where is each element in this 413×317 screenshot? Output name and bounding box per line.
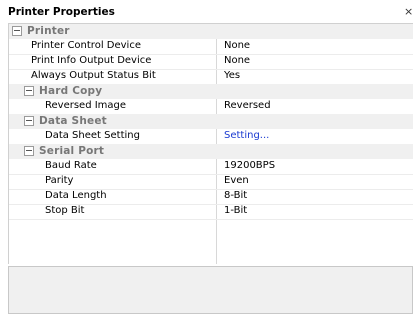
setting-link[interactable]: Setting... [224,130,269,141]
property-value[interactable]: 8-Bit [224,190,247,201]
collapse-icon[interactable] [24,86,34,96]
property-name: Always Output Status Bit [31,70,156,81]
property-row-printer-control-device[interactable]: Printer Control Device None [9,39,413,54]
property-value[interactable]: 1-Bit [224,205,247,216]
property-name: Data Length [45,190,107,201]
property-row-data-sheet-setting[interactable]: Data Sheet Setting Setting... [9,129,413,144]
property-value[interactable]: None [224,55,250,66]
window-title: Printer Properties [8,6,115,18]
category-label: Data Sheet [39,115,107,127]
category-data-sheet[interactable]: Data Sheet [9,114,413,129]
category-label: Hard Copy [39,85,103,97]
collapse-icon[interactable] [12,26,22,36]
title-bar: Printer Properties × [0,0,413,22]
property-row-reversed-image[interactable]: Reversed Image Reversed [9,99,413,114]
property-name: Parity [45,175,74,186]
property-name: Baud Rate [45,160,97,171]
category-printer[interactable]: Printer [9,24,413,39]
property-name: Data Sheet Setting [45,130,140,141]
category-label: Serial Port [39,145,105,157]
property-row-baud-rate[interactable]: Baud Rate 19200BPS [9,159,413,174]
property-name: Printer Control Device [31,40,141,51]
property-value[interactable]: None [224,40,250,51]
row-separator [9,219,413,220]
property-name: Print Info Output Device [31,55,152,66]
property-value[interactable]: Yes [224,70,240,81]
property-name: Stop Bit [45,205,85,216]
collapse-icon[interactable] [24,146,34,156]
property-value[interactable]: 19200BPS [224,160,275,171]
property-row-parity[interactable]: Parity Even [9,174,413,189]
property-value[interactable]: Even [224,175,249,186]
property-row-data-length[interactable]: Data Length 8-Bit [9,189,413,204]
property-row-always-output-status-bit[interactable]: Always Output Status Bit Yes [9,69,413,84]
property-row-print-info-output-device[interactable]: Print Info Output Device None [9,54,413,69]
category-label: Printer [27,25,70,37]
category-hard-copy[interactable]: Hard Copy [9,84,413,99]
description-panel [8,266,413,314]
close-icon[interactable]: × [404,5,413,18]
collapse-icon[interactable] [24,116,34,126]
property-grid: Printer Printer Control Device None Prin… [8,23,413,264]
category-serial-port[interactable]: Serial Port [9,144,413,159]
property-value[interactable]: Reversed [224,100,271,111]
property-row-stop-bit[interactable]: Stop Bit 1-Bit [9,204,413,219]
property-name: Reversed Image [45,100,127,111]
